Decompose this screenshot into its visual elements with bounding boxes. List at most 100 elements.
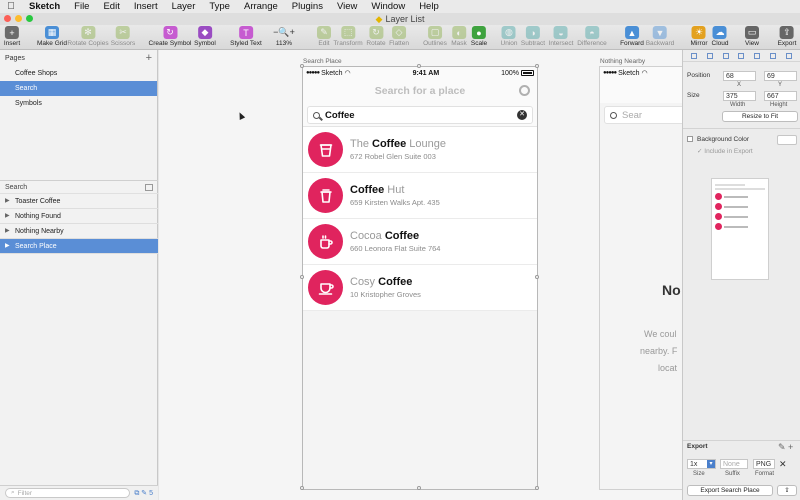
artboard2-label[interactable]: Nothing Nearby: [600, 58, 645, 65]
menu-item-window[interactable]: Window: [364, 1, 412, 12]
clear-icon[interactable]: ✕: [517, 110, 527, 120]
menu-item-file[interactable]: File: [67, 1, 96, 12]
export-suffix-field[interactable]: None: [720, 459, 748, 469]
toolbar-mirror-button[interactable]: ☀ Mirror: [691, 26, 707, 47]
align-middle-icon[interactable]: [754, 52, 761, 59]
share-icon[interactable]: ⇪: [777, 485, 797, 496]
apple-icon[interactable]: : [0, 1, 22, 12]
toolbar-scale-button[interactable]: ● Scale: [471, 26, 487, 47]
list-item[interactable]: Cocoa Coffee 660 Leonora Flat Suite 764: [303, 219, 537, 265]
resize-handle[interactable]: [300, 64, 304, 68]
search-box[interactable]: Coffee ✕: [307, 106, 533, 124]
align-left-icon[interactable]: [690, 52, 697, 59]
layer-row[interactable]: ▶ Nothing Found: [0, 209, 158, 224]
disclosure-triangle-icon[interactable]: ▶: [5, 224, 15, 239]
background-color-checkbox[interactable]: [687, 136, 693, 142]
y-field[interactable]: 69: [764, 71, 797, 81]
layer-row[interactable]: ▶ Nothing Nearby: [0, 224, 158, 239]
toolbar-create-symbol-button[interactable]: ↻ Create Symbol: [149, 26, 192, 47]
toolbar-make-grid-button[interactable]: ▦ Make Grid: [37, 26, 67, 47]
disclosure-triangle-icon[interactable]: ▶: [5, 194, 15, 209]
menu-item-help[interactable]: Help: [412, 1, 446, 12]
minimize-window-button[interactable]: [15, 15, 22, 22]
align-right-icon[interactable]: [722, 52, 729, 59]
search-box[interactable]: Sear: [604, 106, 682, 124]
height-field[interactable]: 667: [764, 91, 797, 101]
list-item[interactable]: The Coffee Lounge 672 Robel Glen Suite 00…: [303, 127, 537, 173]
resize-handle[interactable]: [417, 64, 421, 68]
resize-handle[interactable]: [535, 64, 539, 68]
menu-item-arrange[interactable]: Arrange: [237, 1, 285, 12]
toolbar-union-button[interactable]: ◍ Union: [501, 26, 517, 47]
menu-item-layer[interactable]: Layer: [165, 1, 203, 12]
menu-item-insert[interactable]: Insert: [127, 1, 165, 12]
disclosure-triangle-icon[interactable]: ▶: [5, 209, 15, 224]
export-options-icon[interactable]: ✎ +: [778, 442, 793, 453]
resize-handle[interactable]: [300, 486, 304, 490]
toolbar-insert-button[interactable]: + Insert: [4, 26, 20, 47]
menu-item-view[interactable]: View: [330, 1, 364, 12]
search-value[interactable]: Coffee: [325, 110, 512, 121]
menu-item-sketch[interactable]: Sketch: [22, 1, 67, 12]
layer-row[interactable]: ▶ Toaster Coffee: [0, 194, 158, 209]
toolbar-outlines-button[interactable]: ▢ Outlines: [423, 26, 447, 47]
coffee-icon: [308, 178, 343, 213]
canvas[interactable]: Search Place Nothing Nearby ●●●●● Sketch ◠…: [159, 50, 682, 500]
resize-to-fit-button[interactable]: Resize to Fit: [722, 111, 798, 122]
resize-handle[interactable]: [300, 275, 304, 279]
toolbar-cloud-button[interactable]: ☁ Cloud: [712, 26, 728, 47]
align-top-icon[interactable]: [738, 52, 745, 59]
remove-export-icon[interactable]: ✕: [779, 459, 787, 470]
toolbar-flatten-button[interactable]: ◇ Flatten: [389, 26, 409, 47]
toolbar-subtract-button[interactable]: ◑ Subtract: [521, 26, 545, 47]
export-scale-field[interactable]: 1x ▾: [687, 459, 716, 469]
toolbar-rotate-button[interactable]: ↻ Rotate: [366, 26, 386, 47]
add-page-icon[interactable]: +: [146, 52, 152, 64]
page-item-symbols[interactable]: Symbols: [0, 96, 157, 111]
page-item-search[interactable]: Search: [0, 81, 157, 96]
menu-item-plugins[interactable]: Plugins: [285, 1, 330, 12]
align-center-icon[interactable]: [706, 52, 713, 59]
artboard-search-place[interactable]: ●●●●● Sketch ◠ 9:41 AM 100% Search for a p…: [303, 67, 537, 489]
zoom-window-button[interactable]: [26, 15, 33, 22]
include-in-export-label[interactable]: ✓ Include in Export: [697, 147, 753, 155]
toolbar-view-button[interactable]: ▭ View: [745, 26, 759, 47]
export-format-select[interactable]: PNG: [753, 459, 775, 469]
filter-options-icon[interactable]: ⧉ ✎ 5: [134, 489, 153, 498]
resize-handle[interactable]: [535, 275, 539, 279]
toolbar-rotate-copies-button[interactable]: ✻ Rotate Copies: [67, 26, 109, 47]
artboard-label[interactable]: Search Place: [303, 58, 342, 65]
artboard-nothing-nearby[interactable]: ●●●●● Sketch ◠ Sear No We coul nearby. F l…: [600, 67, 682, 489]
toolbar-113--button[interactable]: −🔍+ 113%: [271, 26, 297, 47]
toolbar-intersect-button[interactable]: ◒ Intersect: [549, 26, 573, 47]
distribute-icon[interactable]: [785, 52, 792, 59]
gear-icon[interactable]: [519, 85, 530, 96]
export-button[interactable]: Export Search Place: [687, 485, 773, 496]
toolbar-difference-button[interactable]: ◓ Difference: [577, 26, 607, 47]
toolbar-export-button[interactable]: ⇪ Export: [778, 26, 796, 47]
list-item[interactable]: Coffee Hut 659 Kirsten Walks Apt. 435: [303, 173, 537, 219]
x-field[interactable]: 68: [723, 71, 756, 81]
align-bottom-icon[interactable]: [770, 52, 777, 59]
menu-item-type[interactable]: Type: [202, 1, 237, 12]
layer-row[interactable]: ▶ Search Place: [0, 239, 158, 254]
disclosure-triangle-icon[interactable]: ▶: [5, 239, 15, 254]
list-item[interactable]: Cosy Coffee 10 Kristopher Groves: [303, 265, 537, 311]
resize-handle[interactable]: [535, 486, 539, 490]
filter-input[interactable]: ⌕ Filter: [5, 488, 131, 498]
toolbar-backward-button[interactable]: ▼ Backward: [646, 26, 674, 47]
toolbar-forward-button[interactable]: ▲ Forward: [620, 26, 644, 47]
toolbar-scissors-button[interactable]: ✂ Scissors: [111, 26, 135, 47]
toolbar-mask-button[interactable]: ◐ Mask: [451, 26, 467, 47]
toolbar-styled-text-button[interactable]: T Styled Text: [230, 26, 262, 47]
collapse-icon[interactable]: [145, 183, 153, 191]
toolbar-transform-button[interactable]: ⬚ Transform: [333, 26, 363, 47]
page-item-coffee-shops[interactable]: Coffee Shops: [0, 66, 157, 81]
background-color-swatch[interactable]: [777, 135, 797, 145]
resize-handle[interactable]: [417, 486, 421, 490]
width-field[interactable]: 375: [723, 91, 756, 101]
toolbar-symbol-button[interactable]: ◆ Symbol: [194, 26, 216, 47]
close-window-button[interactable]: [4, 15, 11, 22]
menu-item-edit[interactable]: Edit: [96, 1, 126, 12]
toolbar-edit-button[interactable]: ✎ Edit: [317, 26, 331, 47]
